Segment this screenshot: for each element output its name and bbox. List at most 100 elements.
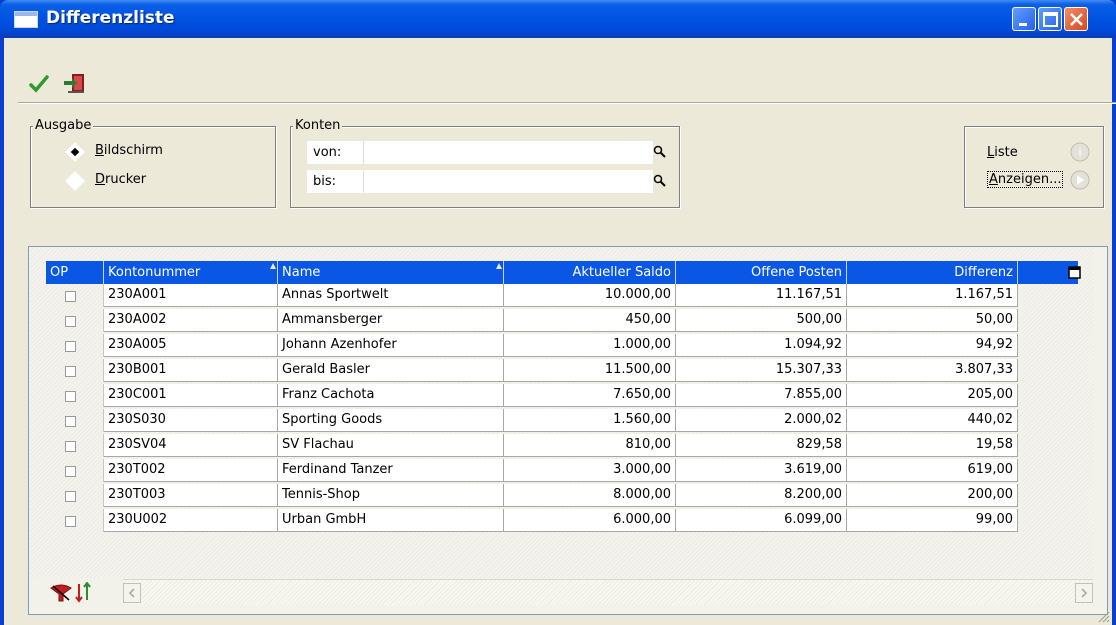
- kontonummer-cell[interactable]: 230A005: [104, 334, 278, 357]
- aktueller-saldo-cell[interactable]: 7.650,00: [504, 384, 676, 407]
- name-cell[interactable]: Tennis-Shop: [278, 484, 504, 507]
- name-cell[interactable]: SV Flachau: [278, 434, 504, 457]
- title-bar[interactable]: Differenzliste: [0, 0, 1116, 38]
- scroll-right-button[interactable]: [1075, 583, 1093, 603]
- differenzliste-window: Differenzliste Ausgabe Bildschirm Drucke…: [0, 0, 1116, 625]
- differenz-cell[interactable]: 1.167,51: [847, 284, 1018, 307]
- offene-posten-cell[interactable]: 1.094,92: [676, 334, 847, 357]
- play-icon[interactable]: [1069, 169, 1091, 191]
- op-checkbox[interactable]: [65, 316, 76, 327]
- column-header-aktueller-saldo[interactable]: Aktueller Saldo: [504, 261, 676, 284]
- info-icon[interactable]: i: [1069, 141, 1091, 163]
- differenz-cell[interactable]: 50,00: [847, 309, 1018, 332]
- sort-icon[interactable]: [75, 582, 97, 604]
- offene-posten-cell[interactable]: 8.200,00: [676, 484, 847, 507]
- liste-button[interactable]: Liste: [987, 145, 1018, 160]
- maximize-button[interactable]: [1038, 7, 1062, 31]
- radio-bildschirm-indicator[interactable]: [65, 142, 85, 162]
- horizontal-scrollbar[interactable]: [123, 579, 1093, 605]
- radio-drucker-indicator[interactable]: [65, 171, 85, 191]
- resize-grip-icon[interactable]: [1096, 609, 1110, 623]
- differenz-cell[interactable]: 3.807,33: [847, 359, 1018, 382]
- search-icon[interactable]: [653, 174, 667, 188]
- column-chooser-icon[interactable]: [1068, 266, 1082, 280]
- offene-posten-cell[interactable]: 11.167,51: [676, 284, 847, 307]
- von-input[interactable]: [363, 141, 653, 164]
- table-row[interactable]: 230U002 Urban GmbH 6.000,00 6.099,00 99,00: [46, 509, 1018, 532]
- name-cell[interactable]: Urban GmbH: [278, 509, 504, 532]
- op-checkbox[interactable]: [65, 416, 76, 427]
- bis-input[interactable]: [363, 170, 653, 193]
- name-cell[interactable]: Sporting Goods: [278, 409, 504, 432]
- aktueller-saldo-cell[interactable]: 450,00: [504, 309, 676, 332]
- table-row[interactable]: 230A005 Johann Azenhofer 1.000,00 1.094,92 9…: [46, 334, 1018, 357]
- op-checkbox[interactable]: [65, 391, 76, 402]
- kontonummer-cell[interactable]: 230B001: [104, 359, 278, 382]
- offene-posten-cell[interactable]: 500,00: [676, 309, 847, 332]
- column-header-differenz[interactable]: Differenz: [847, 261, 1018, 284]
- op-checkbox[interactable]: [65, 491, 76, 502]
- name-cell[interactable]: Johann Azenhofer: [278, 334, 504, 357]
- differenz-cell[interactable]: 205,00: [847, 384, 1018, 407]
- differenz-cell[interactable]: 619,00: [847, 459, 1018, 482]
- kontonummer-cell[interactable]: 230A001: [104, 284, 278, 307]
- differenz-cell[interactable]: 94,92: [847, 334, 1018, 357]
- op-checkbox[interactable]: [65, 516, 76, 527]
- op-checkbox[interactable]: [65, 466, 76, 477]
- table-row[interactable]: 230T002 Ferdinand Tanzer 3.000,00 3.619,00 6…: [46, 459, 1018, 482]
- op-checkbox[interactable]: [65, 291, 76, 302]
- anzeigen-button[interactable]: Anzeigen...: [987, 171, 1064, 188]
- differenz-cell[interactable]: 19,58: [847, 434, 1018, 457]
- scroll-left-button[interactable]: [123, 583, 141, 603]
- name-cell[interactable]: Franz Cachota: [278, 384, 504, 407]
- aktueller-saldo-cell[interactable]: 810,00: [504, 434, 676, 457]
- name-cell[interactable]: Gerald Basler: [278, 359, 504, 382]
- close-button[interactable]: [1064, 7, 1088, 31]
- differenz-cell[interactable]: 200,00: [847, 484, 1018, 507]
- kontonummer-cell[interactable]: 230SV04: [104, 434, 278, 457]
- offene-posten-cell[interactable]: 2.000,02: [676, 409, 847, 432]
- exit-door-icon[interactable]: [62, 71, 88, 95]
- aktueller-saldo-cell[interactable]: 3.000,00: [504, 459, 676, 482]
- offene-posten-cell[interactable]: 3.619,00: [676, 459, 847, 482]
- aktueller-saldo-cell[interactable]: 1.000,00: [504, 334, 676, 357]
- offene-posten-cell[interactable]: 15.307,33: [676, 359, 847, 382]
- op-checkbox[interactable]: [65, 341, 76, 352]
- kontonummer-cell[interactable]: 230A002: [104, 309, 278, 332]
- aktueller-saldo-cell[interactable]: 6.000,00: [504, 509, 676, 532]
- column-header-offene-posten[interactable]: Offene Posten: [676, 261, 847, 284]
- table-row[interactable]: 230A001 Annas Sportwelt 10.000,00 11.167,51…: [46, 284, 1018, 307]
- differenz-cell[interactable]: 440,02: [847, 409, 1018, 432]
- differenz-cell[interactable]: 99,00: [847, 509, 1018, 532]
- table-row[interactable]: 230SV04 SV Flachau 810,00 829,58 19,58: [46, 434, 1018, 457]
- offene-posten-cell[interactable]: 829,58: [676, 434, 847, 457]
- name-cell[interactable]: Ammansberger: [278, 309, 504, 332]
- kontonummer-cell[interactable]: 230U002: [104, 509, 278, 532]
- aktueller-saldo-cell[interactable]: 10.000,00: [504, 284, 676, 307]
- op-checkbox[interactable]: [65, 441, 76, 452]
- table-row[interactable]: 230A002 Ammansberger 450,00 500,00 50,00: [46, 309, 1018, 332]
- kontonummer-cell[interactable]: 230T002: [104, 459, 278, 482]
- kontonummer-cell[interactable]: 230S030: [104, 409, 278, 432]
- filter-remove-icon[interactable]: [49, 582, 73, 604]
- column-header-kontonummer[interactable]: Kontonummer: [104, 261, 278, 284]
- op-checkbox[interactable]: [65, 366, 76, 377]
- aktueller-saldo-cell[interactable]: 11.500,00: [504, 359, 676, 382]
- name-cell[interactable]: Annas Sportwelt: [278, 284, 504, 307]
- name-cell[interactable]: Ferdinand Tanzer: [278, 459, 504, 482]
- table-row[interactable]: 230S030 Sporting Goods 1.560,00 2.000,02 440…: [46, 409, 1018, 432]
- checkmark-icon[interactable]: [28, 74, 50, 94]
- kontonummer-cell[interactable]: 230C001: [104, 384, 278, 407]
- table-row[interactable]: 230T003 Tennis-Shop 8.000,00 8.200,00 200,00: [46, 484, 1018, 507]
- offene-posten-cell[interactable]: 7.855,00: [676, 384, 847, 407]
- minimize-button[interactable]: [1012, 7, 1036, 31]
- column-header-name[interactable]: Name: [278, 261, 504, 284]
- offene-posten-cell[interactable]: 6.099,00: [676, 509, 847, 532]
- table-row[interactable]: 230C001 Franz Cachota 7.650,00 7.855,00 205,…: [46, 384, 1018, 407]
- kontonummer-cell[interactable]: 230T003: [104, 484, 278, 507]
- search-icon[interactable]: [653, 145, 667, 159]
- column-header-op[interactable]: OP: [46, 261, 104, 284]
- aktueller-saldo-cell[interactable]: 1.560,00: [504, 409, 676, 432]
- table-row[interactable]: 230B001 Gerald Basler 11.500,00 15.307,33 3.…: [46, 359, 1018, 382]
- aktueller-saldo-cell[interactable]: 8.000,00: [504, 484, 676, 507]
